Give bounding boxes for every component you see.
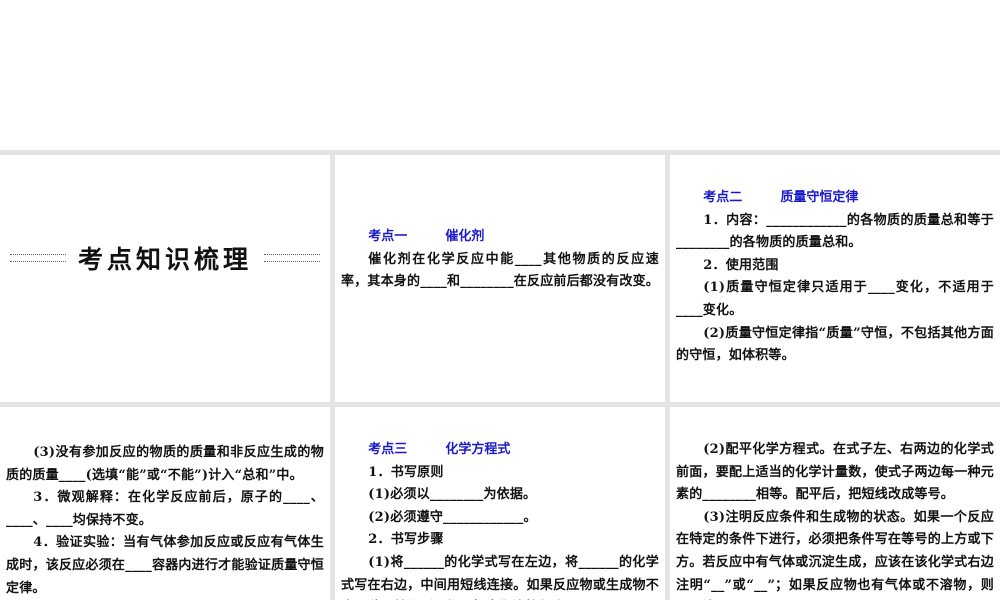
heading-label: 考点二 [703,190,743,205]
heading-label: 考点一 [368,229,408,244]
title-block: 考点知识梳理 [0,240,330,276]
paragraph: 2．书写步骤 [368,532,444,548]
section-heading: 考点三 化学方程式 [341,439,659,462]
slide-4[interactable]: (3)没有参加反应的物质的质量和非反应生成的物质的质量____(选填“能”或“不… [0,407,330,600]
slide-title: 考点知识梳理 [77,245,252,274]
paragraph: (3)没有参加反应的物质的质量和非反应生成的物质的质量____(选填“能”或“不… [6,445,324,483]
slide-2[interactable]: 考点一 催化剂 催化剂在化学反应中能____其他物质的反应速率，其本身的____和… [335,155,665,402]
paragraph: 1．内容：____________的各物质的质量总和等于________的各物质… [676,212,994,251]
paragraph: (2)配平化学方程式。在式子左、右两边的化学式前面，要配上适当的化学计量数，使式… [676,442,994,503]
heading-title: 质量守恒定律 [780,190,859,205]
slide-6[interactable]: (2)配平化学方程式。在式子左、右两边的化学式前面，要配上适当的化学计量数，使式… [670,407,1000,600]
paragraph: (2)质量守恒定律指“质量”守恒，不包括其他方面的守恒，如体积等。 [676,325,994,364]
dotted-divider-left [9,254,66,262]
section-heading: 考点二 质量守恒定律 [676,187,994,210]
slide-5[interactable]: 考点三 化学方程式 1．书写原则 (1)必须以________为依据。 (2)必须… [335,407,665,600]
paragraph: (1)必须以________为依据。 [368,487,537,503]
paragraph: 4．验证实验：当有气体参加反应或反应有气体生成时，该反应必须在____容器内进行… [6,535,324,596]
slide-3[interactable]: 考点二 质量守恒定律 1．内容：____________的各物质的质量总和等于__… [670,155,1000,402]
paragraph: 1．书写原则 [368,464,444,480]
paragraph: 催化剂在化学反应中能____其他物质的反应速率，其本身的____和_______… [341,251,660,290]
heading-title: 催化剂 [445,229,485,244]
heading-title: 化学方程式 [445,442,511,457]
heading-label: 考点三 [368,442,408,457]
paragraph: (1)质量守恒定律只适用于____变化，不适用于____变化。 [676,280,994,318]
slide-1[interactable]: 考点知识梳理 [0,155,330,402]
section-heading: 考点一 催化剂 [341,226,659,249]
paragraph: (1)将______的化学式写在左边，将______的化学式写在右边，中间用短线… [341,554,659,593]
paragraph: (3)注明反应条件和生成物的状态。如果一个反应在特定的条件下进行，必须把条件写在… [676,509,994,593]
dotted-divider-right [264,254,320,262]
paragraph: (2)必须遵守____________。 [368,509,537,525]
paragraph: 3．微观解释：在化学反应前后，原子的____、____、____均保持不变。 [6,490,324,528]
paragraph: 2．使用范围 [703,257,779,273]
